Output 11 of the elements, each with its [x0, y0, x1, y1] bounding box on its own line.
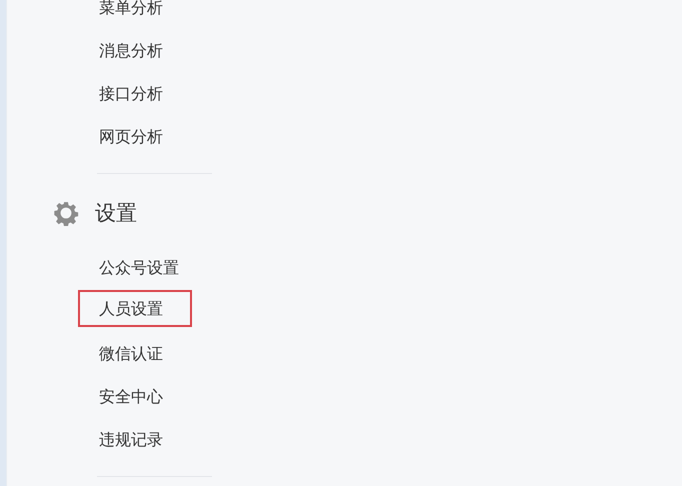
menu-item[interactable]: 微信认证: [78, 330, 192, 373]
menu-item[interactable]: 接口分析: [78, 70, 192, 113]
menu-item[interactable]: 违规记录: [78, 416, 192, 459]
menu-item[interactable]: 人员设置: [78, 290, 192, 327]
settings-icon: [53, 200, 79, 226]
section-heading: 设置: [95, 200, 137, 227]
menu-item[interactable]: 菜单分析: [78, 0, 192, 27]
menu-item[interactable]: 安全中心: [78, 373, 192, 416]
menu-item[interactable]: 消息分析: [78, 27, 192, 70]
menu-item[interactable]: 网页分析: [78, 113, 192, 156]
menu-item[interactable]: 公众号设置: [78, 244, 200, 287]
